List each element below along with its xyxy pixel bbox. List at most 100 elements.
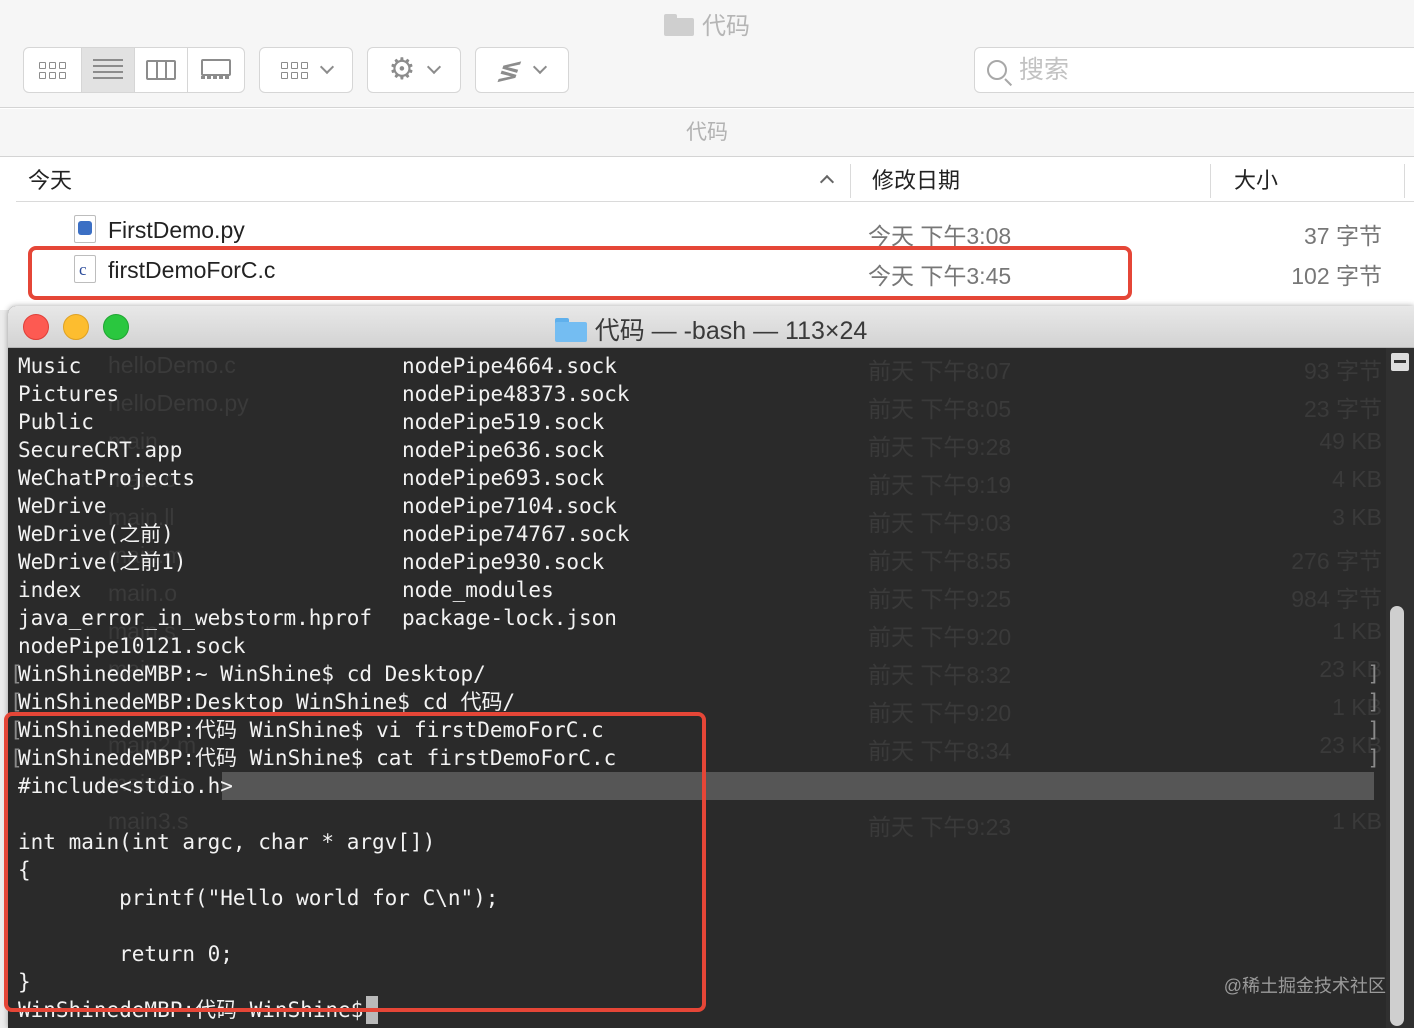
ls-entry: nodePipe693.sock [402,466,605,490]
share-button[interactable]: ≶ [475,47,569,93]
gallery-view-icon [201,59,231,81]
folder-icon [554,318,587,342]
ghost-file-date: 前天 下午9:03 [868,510,1012,536]
gear-icon: ⚙ [388,53,416,86]
watermark: @稀土掘金技术社区 [1223,976,1386,996]
view-mode-segment [23,47,245,93]
chevron-down-icon [532,59,547,75]
column-header-size[interactable]: 大小 [1234,160,1278,202]
list-view-button[interactable] [82,48,135,92]
path-bar-title: 代码 [686,121,728,144]
ls-entry: nodePipe7104.sock [402,494,617,518]
terminal-titlebar: 代码 — -bash — 113×24 [8,306,1414,348]
ls-entry: SecureCRT.app [18,438,183,462]
folder-icon [664,14,694,36]
column-divider[interactable] [1210,164,1211,198]
prompt-bracket: ] [1367,690,1380,714]
file-size: 37 字节 [1304,223,1382,249]
prompt-bracket: [ [10,662,23,686]
finder-window-title: 代码 [0,6,1414,41]
ghost-file-date: 前天 下午8:55 [868,548,1012,574]
ghost-file-size: 23 字节 [1304,396,1382,422]
ls-entry: nodePipe48373.sock [402,382,630,406]
terminal-title: 代码 — -bash — 113×24 [8,311,1414,347]
prompt-bracket: ] [1367,746,1380,770]
ls-entry: nodePipe4664.sock [402,354,617,378]
group-icon [280,61,308,79]
ls-entry: WeChatProjects [18,466,196,490]
sort-ascending-icon[interactable] [819,174,835,190]
search-icon [987,60,1007,80]
action-cell: ⚙ [368,48,460,92]
action-button[interactable]: ⚙ [367,47,461,93]
scrollbar-thumb[interactable] [1390,606,1404,1026]
search-input[interactable] [1019,54,1399,86]
ghost-file-date: 前天 下午9:25 [868,586,1012,612]
python-file-icon [74,215,96,243]
ghost-file-name: helloDemo.py [108,390,249,416]
ghost-file-size: 1 KB [1332,618,1382,644]
ghost-file-date: 前天 下午8:32 [868,662,1012,688]
column-header: 今天 修改日期 大小 [16,160,1414,202]
split-view-icon[interactable] [1391,353,1409,371]
ghost-file-date: 前天 下午8:05 [868,396,1012,422]
ls-entry: nodePipe519.sock [402,410,605,434]
ls-entry: nodePipe930.sock [402,550,605,574]
chevron-down-icon [427,59,442,75]
ghost-file-date: 前天 下午8:07 [868,358,1012,384]
ls-entry: WeDrive(之前) [18,522,174,546]
finder-toolbar: 代码 ⚙ ≶ 搜索 [0,0,1414,108]
prompt-bracket: ] [1367,718,1380,742]
terminal-title-text: 代码 — -bash — 113×24 [594,317,868,345]
ls-entry: nodePipe636.sock [402,438,605,462]
path-bar: 代码 [0,109,1414,157]
ls-entry: Pictures [18,382,120,406]
ls-entry: index [18,578,82,602]
column-header-date[interactable]: 修改日期 [872,160,960,202]
ghost-file-size: 49 KB [1319,428,1382,454]
column-header-name[interactable]: 今天 [28,160,72,202]
file-size: 102 字节 [1291,263,1382,289]
column-divider[interactable] [850,164,851,198]
search-field[interactable] [974,47,1414,93]
ghost-file-size: 984 字节 [1291,586,1382,612]
ghost-file-name: main.o [108,580,178,606]
icon-view-icon [39,61,66,79]
group-cell [260,48,352,92]
column-divider[interactable] [1404,164,1405,198]
list-view-icon [93,59,123,81]
ghost-file-size: 3 KB [1332,504,1382,530]
ghost-file-size: 1 KB [1332,808,1382,834]
ls-entry: node_modules [402,578,554,602]
gallery-view-button[interactable] [188,48,244,92]
ls-entry: Public [18,410,94,434]
share-icon: ≶ [493,54,527,85]
share-cell: ≶ [476,48,568,92]
file-row[interactable]: FirstDemo.py 今天 下午3:08 37 字节 [16,210,1414,250]
ghost-file-size: 276 字节 [1291,548,1382,574]
ghost-file-date: 前天 下午9:28 [868,434,1012,460]
highlight-box-file [28,246,1132,300]
ls-entry: WeDrive [18,494,107,518]
highlight-box-code [4,712,706,1012]
ghost-file-name: helloDemo.c [108,352,236,378]
icon-view-button[interactable] [24,48,82,92]
screen: 代码 ⚙ ≶ 搜索 代码 今天 修改日期 大小 FirstDemo.py 今天 … [0,0,1414,1028]
ghost-file-size: 93 字节 [1304,358,1382,384]
column-view-icon [146,60,176,80]
ghost-file-date: 前天 下午9:20 [868,700,1012,726]
ls-entry: nodePipe74767.sock [402,522,630,546]
column-view-button[interactable] [135,48,188,92]
command-line: WinShinedeMBP:~ WinShine$ cd Desktop/ [18,662,486,686]
ls-entry: WeDrive(之前1) [18,550,187,574]
ls-entry: Music [18,354,82,378]
ls-entry: java_error_in_webstorm.hprof [18,606,373,630]
group-button[interactable] [259,47,353,93]
prompt-bracket: ] [1367,662,1380,686]
chevron-down-icon [319,59,334,75]
ghost-file-size: 4 KB [1332,466,1382,492]
file-name: FirstDemo.py [108,217,245,243]
ghost-file-date: 前天 下午9:23 [868,814,1012,840]
ls-entry: package-lock.json [402,606,617,630]
ghost-file-date: 前天 下午9:20 [868,624,1012,650]
